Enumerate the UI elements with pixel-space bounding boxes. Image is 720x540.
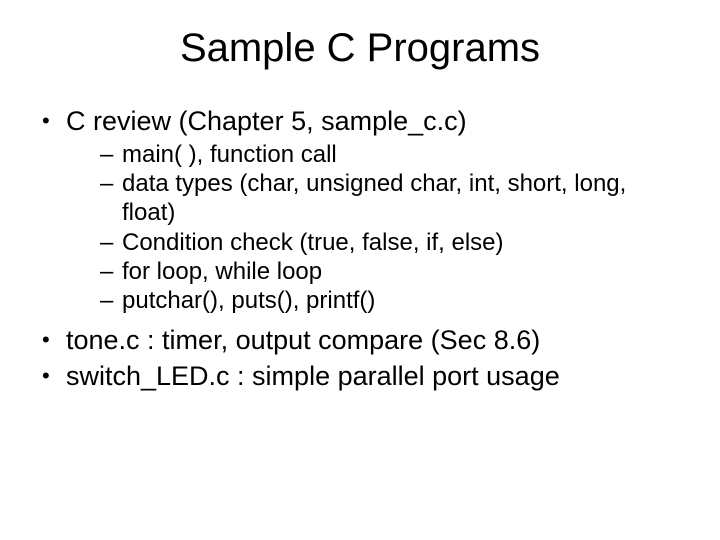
bullet-text: tone.c : timer, output compare (Sec 8.6) [66, 325, 540, 355]
sub-bullet-item: Condition check (true, false, if, else) [66, 228, 686, 257]
sub-bullet-item: putchar(), puts(), printf() [66, 286, 686, 315]
bullet-text: switch_LED.c : simple parallel port usag… [66, 361, 560, 391]
bullet-item: switch_LED.c : simple parallel port usag… [34, 360, 686, 393]
slide: Sample C Programs C review (Chapter 5, s… [0, 0, 720, 540]
bullet-text: C review (Chapter 5, sample_c.c) [66, 106, 467, 136]
sub-bullet-item: main( ), function call [66, 140, 686, 169]
sub-bullet-item: data types (char, unsigned char, int, sh… [66, 169, 686, 228]
slide-title: Sample C Programs [34, 26, 686, 71]
sub-bullet-item: for loop, while loop [66, 257, 686, 286]
bullet-item: tone.c : timer, output compare (Sec 8.6) [34, 324, 686, 357]
bullet-item: C review (Chapter 5, sample_c.c) main( )… [34, 105, 686, 316]
bullet-list: C review (Chapter 5, sample_c.c) main( )… [34, 105, 686, 393]
sub-bullet-list: main( ), function call data types (char,… [66, 140, 686, 316]
